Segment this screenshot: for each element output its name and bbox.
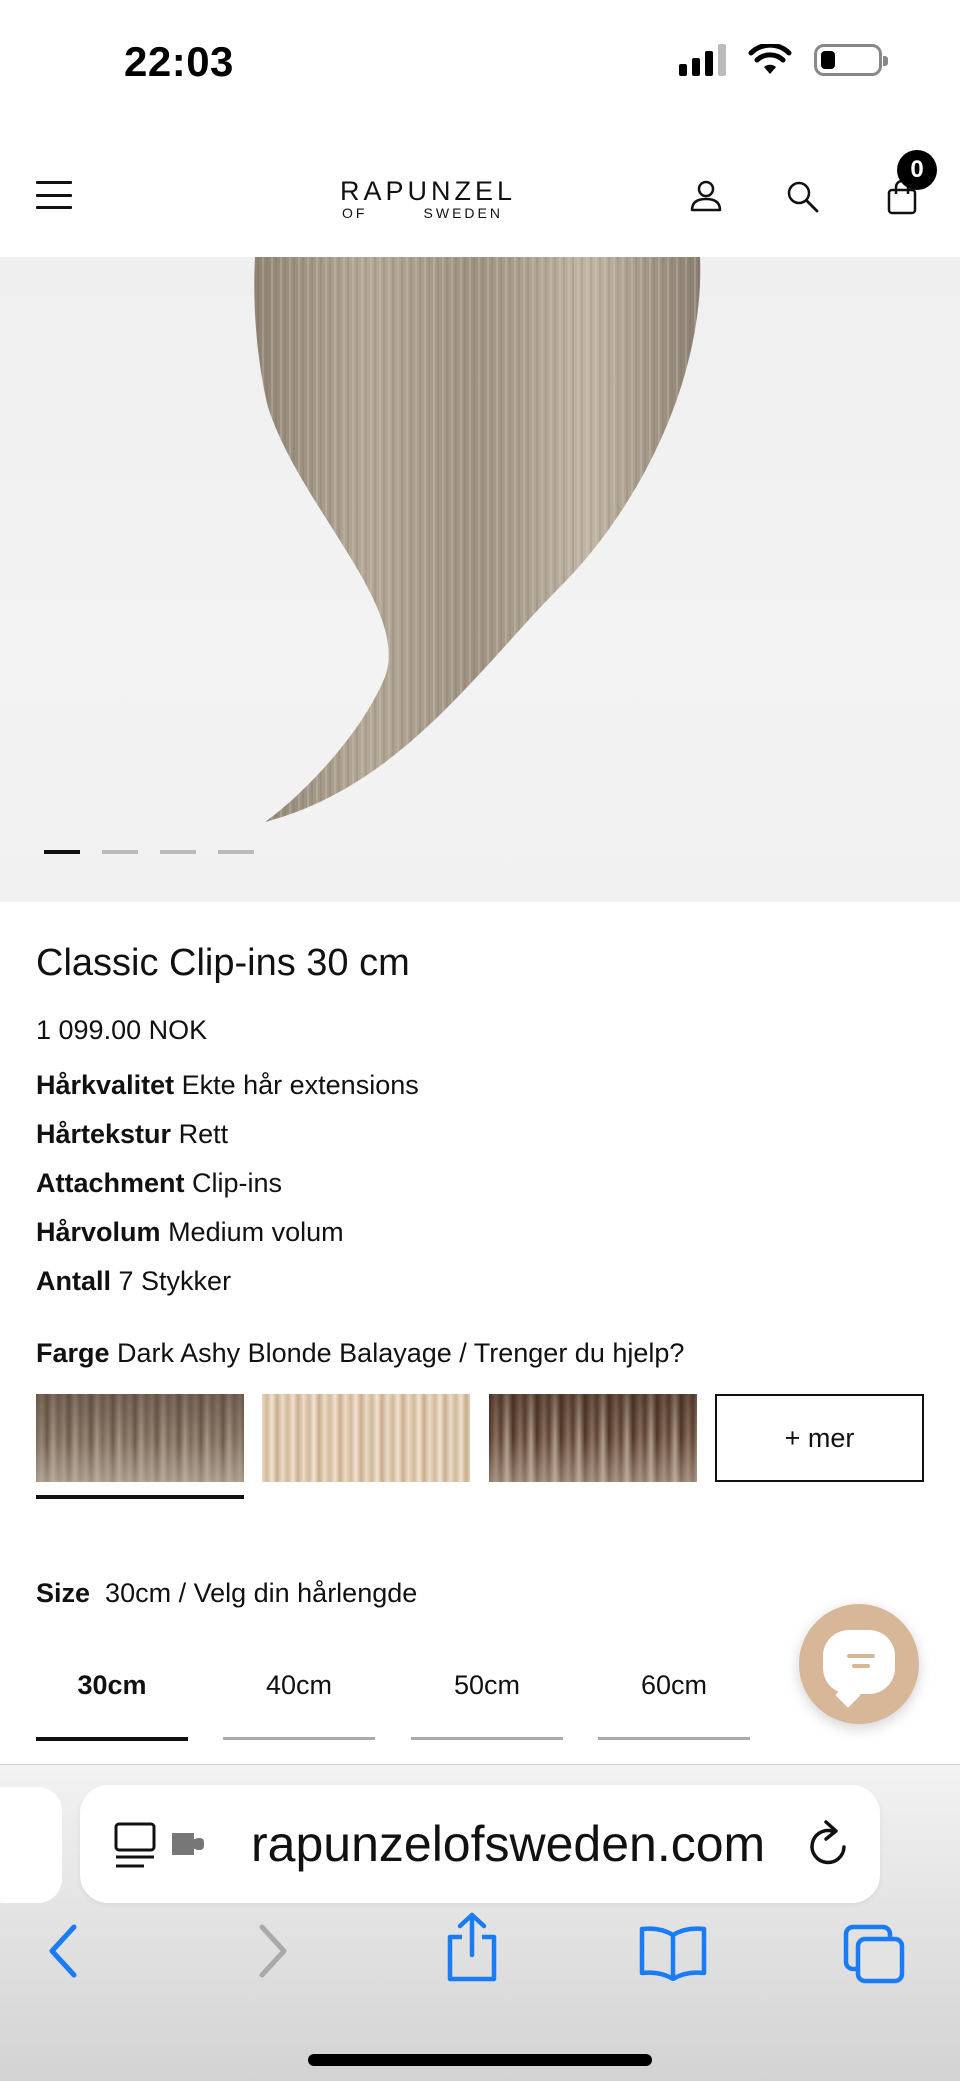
attribute-value: Ekte hår extensions <box>181 1070 419 1100</box>
status-bar: 22:03 <box>0 0 960 125</box>
attribute-label: Hårkvalitet <box>36 1070 175 1100</box>
address-bar[interactable]: rapunzelofsweden.com <box>80 1785 880 1903</box>
size-option-60cm[interactable]: 60cm <box>598 1670 750 1701</box>
size-option-30cm[interactable]: 30cm <box>36 1670 188 1701</box>
cellular-signal-icon <box>679 44 726 76</box>
attribute-hair-quality: Hårkvalitet Ekte hår extensions <box>36 1070 419 1101</box>
menu-icon[interactable] <box>36 181 72 209</box>
bookmarks-icon[interactable] <box>638 1925 708 1981</box>
attribute-label: Attachment <box>36 1168 185 1198</box>
share-icon[interactable] <box>442 1911 502 1983</box>
chat-bubble-icon <box>823 1630 895 1694</box>
logo-wordmark: RAPUNZEL <box>340 176 517 206</box>
home-indicator[interactable] <box>308 2054 652 2066</box>
carousel-dot[interactable] <box>160 850 196 854</box>
carousel-dot[interactable] <box>44 850 80 854</box>
chat-button[interactable] <box>799 1604 919 1724</box>
attribute-label: Hårvolum <box>36 1217 161 1247</box>
attribute-label: Antall <box>36 1266 112 1296</box>
hair-extension-image <box>254 257 701 822</box>
size-option-underline <box>223 1737 375 1740</box>
cart-count-badge[interactable]: 0 <box>897 150 937 190</box>
size-value[interactable]: 30cm / Velg din hårlengde <box>105 1578 417 1608</box>
product-price: 1 099.00 NOK <box>36 1015 208 1045</box>
user-icon[interactable] <box>686 177 726 217</box>
wifi-icon <box>748 44 792 74</box>
attribute-attachment: Attachment Clip-ins <box>36 1168 282 1199</box>
color-selector-label: Farge Dark Ashy Blonde Balayage / Trenge… <box>36 1338 684 1369</box>
status-icons <box>679 44 888 76</box>
attribute-value: Rett <box>178 1119 229 1149</box>
carousel-dot[interactable] <box>102 850 138 854</box>
url-text[interactable]: rapunzelofsweden.com <box>251 1815 765 1873</box>
search-icon[interactable] <box>783 177 823 217</box>
attribute-hair-texture: Hårtekstur Rett <box>36 1119 228 1150</box>
attribute-value: Medium volum <box>168 1217 344 1247</box>
attribute-value: 7 Stykker <box>118 1266 232 1296</box>
page-menu-icon[interactable] <box>114 1821 222 1871</box>
size-option-underline <box>36 1737 188 1741</box>
carousel-dot[interactable] <box>218 850 254 854</box>
attribute-quantity: Antall 7 Stykker <box>36 1266 231 1297</box>
product-image-carousel[interactable] <box>0 257 960 902</box>
attribute-label: Hårtekstur <box>36 1119 172 1149</box>
attribute-value: Clip-ins <box>192 1168 283 1198</box>
color-swatch-brown-balayage[interactable] <box>489 1394 697 1482</box>
size-label: Size <box>36 1578 91 1608</box>
battery-icon <box>814 44 888 76</box>
size-option-40cm[interactable]: 40cm <box>223 1670 375 1701</box>
status-time: 22:03 <box>124 38 234 85</box>
color-label: Farge <box>36 1338 110 1368</box>
logo-sub-left: OF <box>342 205 368 221</box>
selected-swatch-indicator <box>36 1495 244 1499</box>
size-option-underline <box>411 1737 563 1740</box>
size-selector-label: Size 30cm / Velg din hårlengde <box>36 1578 417 1609</box>
size-option-underline <box>598 1737 750 1740</box>
browser-toolbar: rapunzelofsweden.com <box>0 1764 960 2081</box>
size-option-50cm[interactable]: 50cm <box>411 1670 563 1701</box>
product-title: Classic Clip-ins 30 cm <box>36 942 410 984</box>
tabs-icon[interactable] <box>842 1923 908 1985</box>
carousel-indicators <box>44 850 254 854</box>
previous-tab-card[interactable] <box>0 1787 62 1903</box>
attribute-hair-volume: Hårvolum Medium volum <box>36 1217 344 1248</box>
forward-icon[interactable] <box>250 1921 294 1981</box>
site-header: RAPUNZEL OF SWEDEN 0 <box>0 125 960 257</box>
back-icon[interactable] <box>42 1921 86 1981</box>
color-value[interactable]: Dark Ashy Blonde Balayage / Trenger du h… <box>117 1338 684 1368</box>
color-swatch-light-blonde[interactable] <box>262 1394 470 1482</box>
brand-logo[interactable]: RAPUNZEL OF SWEDEN <box>340 176 517 221</box>
color-swatch-dark-ashy-blonde-balayage[interactable] <box>36 1394 244 1482</box>
more-colors-button[interactable]: + mer <box>715 1394 924 1482</box>
logo-sub-right: SWEDEN <box>423 205 503 221</box>
reload-icon[interactable] <box>804 1819 854 1871</box>
